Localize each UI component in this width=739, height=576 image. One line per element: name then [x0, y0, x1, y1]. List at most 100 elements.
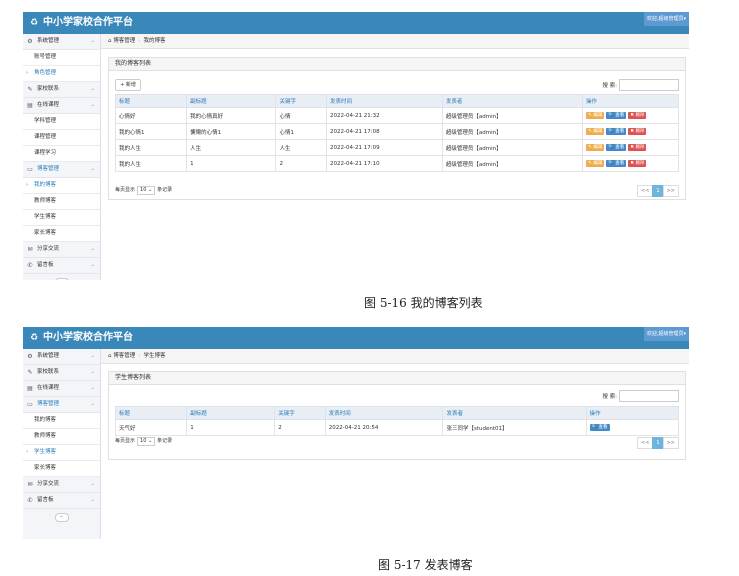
- sidebar-collapse-button[interactable]: «: [54, 513, 69, 522]
- column-header[interactable]: 副标题: [186, 94, 277, 108]
- sidebar-subitem[interactable]: 学生博客: [23, 445, 100, 461]
- sidebar-item-3[interactable]: ▭ 博客管理 ⌄: [23, 162, 100, 178]
- sidebar-subitem[interactable]: 我的博客: [23, 413, 100, 429]
- pager-prev[interactable]: <<: [637, 185, 654, 197]
- tags-icon: ✎: [27, 86, 33, 93]
- breadcrumb-item[interactable]: 博客管理: [113, 353, 135, 359]
- sidebar-subitem[interactable]: 教师博客: [23, 429, 100, 445]
- table-cell: 心情1: [275, 123, 328, 140]
- table-cell: 天气好: [114, 419, 188, 436]
- sidebar-item-label: 留言板: [37, 262, 54, 268]
- edit-button[interactable]: ✎ 编辑: [586, 144, 605, 151]
- desktop-icon: ▭: [27, 166, 33, 173]
- screenshot-my-blog: ♻ 中小学家校合作平台 欢迎,超级管理员▾ ⚙ 系统管理 ⌄ 账号管理角色管理 ✎ 家校联…: [23, 12, 689, 280]
- sidebar-item-0[interactable]: ⚙ 系统管理 ⌄: [23, 34, 100, 50]
- sidebar-item-2[interactable]: ▤ 在线课程 ⌄: [23, 381, 100, 397]
- blog-table: 标题 副标题 关键字 发表时间 发表者 操作 心情好 我的心情真好 心情 2022-04-21 2…: [114, 94, 679, 172]
- pager-next[interactable]: >>: [662, 185, 679, 197]
- blog-list-panel: 我的博客列表 + 新增 搜 索: 标题 副标题 关键字 发表时间 发表者 操作 心情好 我的心…: [108, 57, 686, 200]
- table-cell: 2022-04-21 17:09: [326, 139, 443, 156]
- column-header[interactable]: 副标题: [186, 406, 276, 420]
- view-button[interactable]: 🔍 查看: [606, 128, 627, 135]
- sidebar-item-2[interactable]: ▤ 在线课程 ⌄: [23, 98, 100, 114]
- column-header[interactable]: 标题: [114, 94, 188, 108]
- page-size-suffix: 条记录: [157, 187, 173, 193]
- search-input[interactable]: [619, 390, 679, 402]
- view-button[interactable]: 🔍 查看: [606, 112, 627, 119]
- sidebar-item-5[interactable]: ✆ 留言板 ⌄: [23, 258, 100, 274]
- column-header[interactable]: 关键字: [274, 406, 326, 420]
- breadcrumb-item[interactable]: 博客管理: [113, 38, 135, 44]
- sidebar-subitem[interactable]: 学生博客: [23, 210, 100, 226]
- sidebar-subitem[interactable]: 角色管理: [23, 66, 100, 82]
- sidebar-item-label: 在线课程: [37, 385, 60, 391]
- sidebar-collapse-button[interactable]: «: [54, 278, 69, 280]
- pager-prev[interactable]: <<: [637, 437, 654, 449]
- delete-button[interactable]: ✖ 删除: [628, 144, 647, 151]
- figure-caption-1: 图 5-16 我的博客列表: [364, 296, 483, 310]
- page-size-select[interactable]: 10 ⌄: [137, 186, 156, 195]
- view-button[interactable]: 🔍 查看: [606, 144, 627, 151]
- chevron-down-icon: ⌄: [90, 86, 95, 92]
- table-cell: 心情好: [114, 107, 188, 124]
- add-button[interactable]: + 新增: [115, 79, 141, 91]
- chevron-down-icon: ⌄: [90, 385, 95, 391]
- sidebar-subitem[interactable]: 家长博客: [23, 461, 100, 477]
- sidebar-subitem[interactable]: 课程管理: [23, 130, 100, 146]
- home-icon[interactable]: ⌂: [108, 353, 112, 359]
- recycle-logo-icon: ♻: [30, 333, 39, 343]
- table-cell: 我的心情1: [114, 123, 188, 140]
- sidebar-item-3[interactable]: ▭ 博客管理 ⌄: [23, 397, 100, 413]
- sidebar-subitem[interactable]: 家长博客: [23, 226, 100, 242]
- sidebar-item-1[interactable]: ✎ 家校联系 ⌄: [23, 365, 100, 381]
- sidebar-subitem[interactable]: 账号管理: [23, 50, 100, 66]
- table-row: 心情好 我的心情真好 心情 2022-04-21 21:32 超级管理员【admin】 ✎…: [114, 107, 679, 124]
- column-header[interactable]: 操作: [585, 406, 680, 420]
- chevron-down-icon: ⌄: [90, 262, 95, 268]
- delete-button[interactable]: ✖ 删除: [628, 112, 647, 119]
- sidebar-item-5[interactable]: ✆ 留言板 ⌄: [23, 493, 100, 509]
- page-size-prefix: 每页显示: [115, 187, 136, 193]
- pager-next[interactable]: >>: [662, 437, 679, 449]
- breadcrumb: ⌂ 博客管理 › 学生博客: [101, 349, 689, 364]
- blog-table: 标题 副标题 关键字 发表时间 发表者 操作 天气好 1 2 2022-04-21 20:54 张三…: [114, 406, 680, 436]
- user-menu[interactable]: 欢迎,超级管理员▾: [643, 12, 689, 26]
- chevron-down-icon: ⌄: [90, 401, 95, 407]
- delete-button[interactable]: ✖ 删除: [628, 160, 647, 167]
- edit-button[interactable]: ✎ 编辑: [586, 112, 605, 119]
- view-button[interactable]: 🔍 查看: [589, 424, 610, 431]
- sidebar-item-4[interactable]: ✉ 分享交流 ⌄: [23, 477, 100, 493]
- table-cell: 超级管理员【admin】: [441, 107, 584, 124]
- column-header[interactable]: 标题: [114, 406, 188, 420]
- sidebar-subitem[interactable]: 课程学习: [23, 146, 100, 162]
- sidebar-subitem[interactable]: 我的博客: [23, 178, 100, 194]
- view-button[interactable]: 🔍 查看: [606, 160, 627, 167]
- user-menu[interactable]: 欢迎,超级管理员▾: [643, 327, 689, 341]
- column-header[interactable]: 操作: [582, 94, 679, 108]
- column-header[interactable]: 发表时间: [324, 406, 444, 420]
- sidebar-item-label: 系统管理: [37, 353, 60, 359]
- comments-icon: ✉: [27, 246, 33, 253]
- table-cell: 2: [274, 419, 326, 436]
- edit-button[interactable]: ✎ 编辑: [586, 160, 605, 167]
- pagination: << 1 >>: [637, 185, 679, 197]
- search-input[interactable]: [619, 79, 679, 91]
- sidebar-subitem[interactable]: 学科管理: [23, 114, 100, 130]
- column-header[interactable]: 发表时间: [326, 94, 443, 108]
- panel-title: 学生博客列表: [109, 372, 685, 385]
- delete-button[interactable]: ✖ 删除: [628, 128, 647, 135]
- table-cell: 张三同学【student01】: [442, 419, 587, 436]
- edit-button[interactable]: ✎ 编辑: [586, 128, 605, 135]
- column-header[interactable]: 发表者: [442, 406, 587, 420]
- search-label: 搜 索:: [602, 394, 617, 400]
- sidebar-item-1[interactable]: ✎ 家校联系 ⌄: [23, 82, 100, 98]
- screenshot-student-blog: ♻ 中小学家校合作平台 欢迎,超级管理员▾ ⚙ 系统管理 ⌄ ✎ 家校联系 ⌄ ▤ 在线课程 ⌄…: [23, 327, 689, 539]
- comment-icon: ✆: [27, 497, 33, 504]
- column-header[interactable]: 发表者: [441, 94, 584, 108]
- page-size-select[interactable]: 10 ⌄: [137, 437, 156, 446]
- home-icon[interactable]: ⌂: [108, 38, 112, 44]
- sidebar-item-4[interactable]: ✉ 分享交流 ⌄: [23, 242, 100, 258]
- sidebar-item-0[interactable]: ⚙ 系统管理 ⌄: [23, 349, 100, 365]
- column-header[interactable]: 关键字: [275, 94, 328, 108]
- sidebar-subitem[interactable]: 教师博客: [23, 194, 100, 210]
